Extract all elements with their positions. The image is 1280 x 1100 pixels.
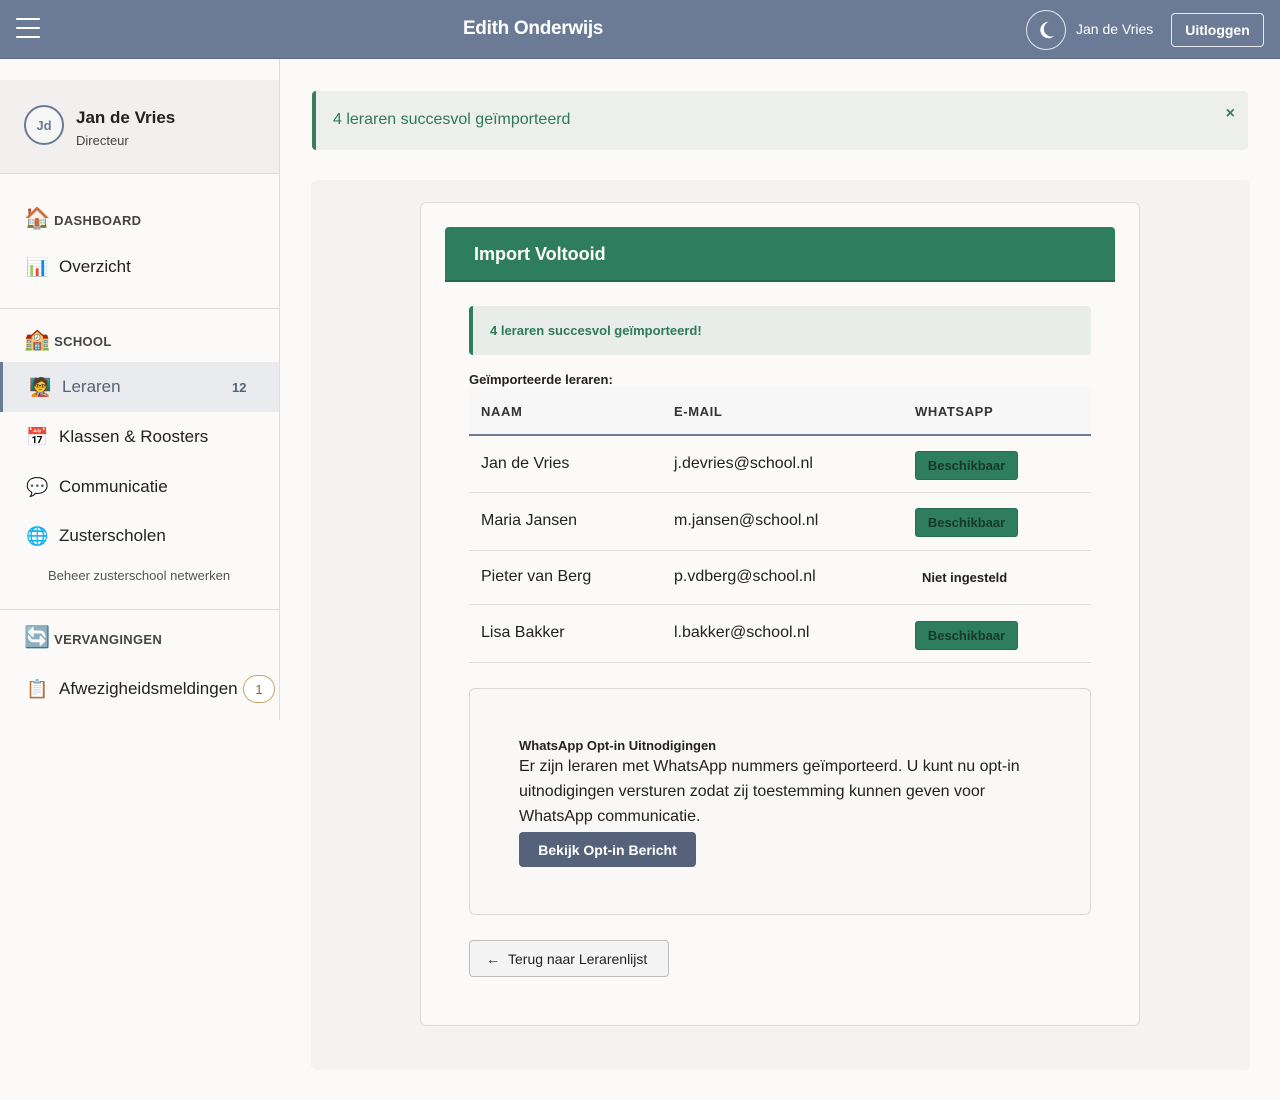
- top-bar: Edith Onderwijs Jan de Vries Uitloggen: [0, 0, 1280, 59]
- school-icon: 🏫: [24, 328, 51, 351]
- divider: [0, 308, 279, 309]
- profile-name: Jan de Vries: [76, 108, 176, 127]
- globe-icon: 🌐: [26, 525, 49, 546]
- clipboard-icon: 📋: [26, 678, 49, 699]
- moon-icon: [1040, 21, 1055, 39]
- teacher-icon: 🧑‍🏫: [29, 376, 52, 397]
- logout-button[interactable]: Uitloggen: [1171, 13, 1264, 47]
- bar-chart-icon: 📊: [26, 256, 49, 277]
- optin-title: WhatsApp Opt-in Uitnodigingen: [519, 738, 717, 753]
- section-dashboard: 🏠 DASHBOARD: [24, 207, 142, 230]
- user-profile: Jd Jan de Vries Directeur: [0, 80, 279, 173]
- sidebar-item-klassen-roosters[interactable]: 📅 Klassen & Roosters: [0, 412, 279, 462]
- cell-email: j.devries@school.nl: [674, 455, 813, 472]
- imported-teachers-table: NAAM E-MAIL WHATSAPP Jan de Vries j.devr…: [469, 387, 1091, 663]
- calendar-icon: 📅: [26, 426, 49, 447]
- alert-message: 4 leraren succesvol geïmporteerd: [333, 111, 571, 128]
- optin-description: Er zijn leraren met WhatsApp nummers geï…: [519, 758, 1020, 825]
- avatar: Jd: [24, 105, 64, 145]
- sidebar-item-overzicht[interactable]: 📊 Overzicht: [0, 242, 279, 292]
- sidebar-subitem-zusterscholen[interactable]: Beheer zusterschool netwerken: [48, 568, 230, 583]
- status-badge: Beschikbaar: [915, 508, 1018, 537]
- sidebar: Jd Jan de Vries Directeur 🏠 DASHBOARD 📊 …: [0, 59, 280, 720]
- divider: [0, 173, 279, 174]
- cell-name: Jan de Vries: [481, 455, 570, 472]
- back-to-teachers-button[interactable]: ← Terug naar Lerarenlijst: [469, 940, 669, 977]
- section-school: 🏫 SCHOOL: [24, 328, 112, 351]
- inner-alert-message: 4 leraren succesvol geïmporteerd!: [490, 323, 702, 338]
- card-header: Import Voltooid: [445, 227, 1115, 282]
- back-button-label: Terug naar Lerarenlijst: [508, 950, 648, 967]
- column-header-email: E-MAIL: [674, 404, 723, 419]
- table-caption: Geïmporteerde leraren:: [469, 372, 613, 387]
- section-vervangingen: 🔄 VERVANGINGEN: [24, 626, 163, 649]
- column-header-whatsapp: WHATSAPP: [915, 404, 994, 419]
- refresh-icon: 🔄: [24, 626, 51, 649]
- whatsapp-optin-panel: WhatsApp Opt-in Uitnodigingen Er zijn le…: [469, 688, 1091, 915]
- cell-email: p.vdberg@school.nl: [674, 568, 816, 585]
- profile-role: Directeur: [76, 133, 129, 148]
- sidebar-item-leraren[interactable]: 🧑‍🏫 Leraren 12: [0, 362, 279, 412]
- speech-bubble-icon: 💬: [26, 476, 49, 497]
- success-alert: 4 leraren succesvol geïmporteerd ×: [312, 91, 1248, 150]
- sidebar-item-communicatie[interactable]: 💬 Communicatie: [0, 462, 279, 512]
- divider: [0, 609, 279, 610]
- notification-badge: 1: [243, 675, 275, 703]
- house-icon: 🏠: [24, 207, 51, 230]
- table-row: Lisa Bakker l.bakker@school.nl Beschikba…: [469, 605, 1091, 663]
- table-row: Maria Jansen m.jansen@school.nl Beschikb…: [469, 493, 1091, 551]
- sidebar-item-zusterscholen[interactable]: 🌐 Zusterscholen: [0, 511, 279, 561]
- table-row: Pieter van Berg p.vdberg@school.nl Niet …: [469, 551, 1091, 605]
- view-optin-message-button[interactable]: Bekijk Opt-in Bericht: [519, 832, 696, 867]
- sidebar-item-afwezigheidsmeldingen[interactable]: 📋 Afwezigheidsmeldingen 1: [0, 664, 279, 714]
- status-badge: Beschikbaar: [915, 451, 1018, 480]
- cell-email: m.jansen@school.nl: [674, 512, 819, 529]
- cell-name: Maria Jansen: [481, 512, 578, 529]
- app-title: Edith Onderwijs: [462, 18, 604, 39]
- inner-success-alert: 4 leraren succesvol geïmporteerd!: [469, 306, 1091, 355]
- cell-email: l.bakker@school.nl: [674, 624, 810, 641]
- cell-name: Pieter van Berg: [481, 568, 592, 585]
- arrow-left-icon: ←: [486, 950, 500, 967]
- close-icon[interactable]: ×: [1226, 105, 1235, 123]
- column-header-name: NAAM: [481, 404, 523, 419]
- cell-name: Lisa Bakker: [481, 624, 565, 641]
- user-name: Jan de Vries: [1076, 21, 1154, 37]
- theme-toggle-button[interactable]: [1026, 10, 1066, 50]
- card-title: Import Voltooid: [474, 244, 606, 264]
- status-badge: Beschikbaar: [915, 621, 1018, 650]
- table-row: Jan de Vries j.devries@school.nl Beschik…: [469, 436, 1091, 493]
- status-text: Niet ingesteld: [922, 570, 1008, 585]
- table-header: NAAM E-MAIL WHATSAPP: [469, 387, 1091, 436]
- teacher-count: 12: [232, 379, 247, 395]
